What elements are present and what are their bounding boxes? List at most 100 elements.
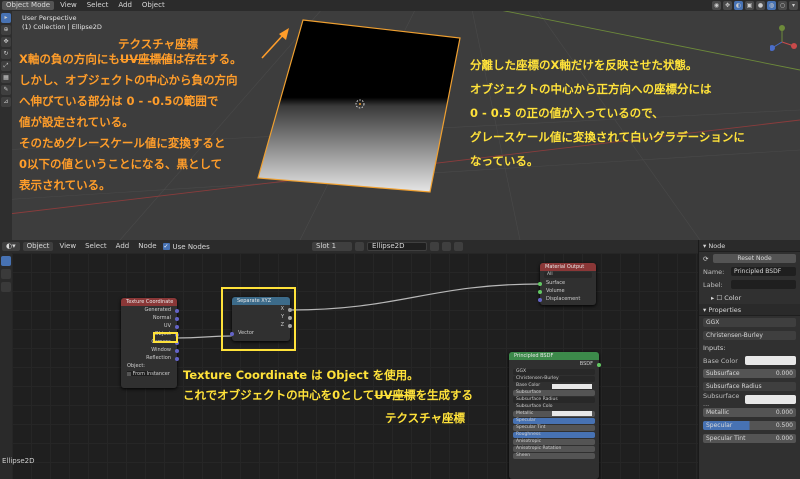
annotation-bottom-line-2: これでオブジェクトの中心を0としてUV座標を生成する <box>183 388 474 402</box>
annotation-bottom-line-3: テクスチャ座標 <box>385 411 466 425</box>
select-tool-icon[interactable]: ▸ <box>1 13 11 23</box>
color-expand-icon[interactable]: ▸ ☐ <box>711 294 722 302</box>
color-row[interactable]: ▸ ☐ Color <box>699 291 800 304</box>
annotation-bottom-block: Texture Coordinate は Object を使用。 これでオブジェ… <box>183 365 473 405</box>
principled-bsdf-node[interactable]: Principled BSDF BSDF GGX Christensen-Bur… <box>509 352 601 479</box>
rotate-tool-icon[interactable]: ↻ <box>1 49 11 59</box>
annotation-right-block: 分離した座標のX軸だけを反映させた状態。 オブジェクトの中心から正方向への座標分… <box>470 53 745 173</box>
annotation-left-line-1: X軸の負の方向にもUV座標値は存在する。 <box>19 52 242 66</box>
output-in-volume[interactable]: Volume <box>538 287 596 295</box>
specular-tint-slider[interactable]: Specular Tint 0.000 <box>703 434 796 443</box>
node-section-header[interactable]: ▾ Node <box>699 240 800 252</box>
bsdf-distribution[interactable]: GGX <box>513 369 595 375</box>
annotation-right-line-1: 分離した座標のX軸だけを反映させた状態。 <box>470 58 698 72</box>
bsdf-subsurface[interactable]: Subsurface <box>513 390 595 396</box>
bsdf-roughness[interactable]: Roughness <box>513 432 595 438</box>
material-output-node[interactable]: Material Output All Surface Volume Displ… <box>538 263 596 305</box>
overlay-icon[interactable]: ◐ <box>734 1 743 10</box>
shading-material-icon[interactable]: ◍ <box>767 1 776 10</box>
cursor-tool-icon[interactable]: ⊕ <box>1 25 11 35</box>
transform-tool-icon[interactable]: ▦ <box>1 73 11 83</box>
base-color-label: Base Color <box>703 356 738 365</box>
scale-tool-icon[interactable]: ⤢ <box>1 61 11 71</box>
bsdf-specular[interactable]: Specular <box>513 418 595 424</box>
shader-node-editor[interactable]: ◐▾ Object View Select Add Node ✓ Use Nod… <box>0 240 698 479</box>
base-color-row: Base Color <box>699 354 800 367</box>
subsurface-radius-dropdown[interactable]: Subsurface Radius <box>703 382 796 391</box>
annotation-right-line-5: なっている。 <box>470 154 539 168</box>
subsurface-color-swatch[interactable] <box>745 395 796 404</box>
specular-tint-row: Specular Tint 0.000 <box>699 432 800 445</box>
shading-options-icon[interactable]: ▾ <box>789 1 798 10</box>
texcoord-out-generated[interactable]: Generated <box>121 306 179 314</box>
inputs-label: Inputs: <box>703 344 726 352</box>
texcoord-object-field[interactable]: Object: <box>121 362 177 376</box>
reset-row: ⟳ Reset Node <box>699 252 800 265</box>
subsurface-method-dropdown[interactable]: Christensen-Burley <box>703 331 796 340</box>
bsdf-base-color[interactable]: Base Color <box>513 383 595 389</box>
annotation-left-line-7: 表示されている。 <box>19 178 111 192</box>
texture-coordinate-node[interactable]: Texture Coordinate Generated Normal UV O… <box>121 298 179 388</box>
annotation-left-line-2: しかし、オブジェクトの中心から負の方向 <box>19 73 238 87</box>
properties-section-header[interactable]: ▾ Properties <box>699 304 800 316</box>
refresh-icon: ⟳ <box>703 254 709 263</box>
bsdf-specular-tint[interactable]: Specular Tint <box>513 425 595 431</box>
output-target-dropdown[interactable]: All <box>544 272 592 278</box>
menu-select[interactable]: Select <box>83 0 113 11</box>
label-label: Label: <box>703 280 723 289</box>
bsdf-anisotropic-rotation[interactable]: Anisotropic Rotation <box>513 446 595 452</box>
bsdf-header: Principled BSDF <box>509 352 599 360</box>
subsurface-row: Subsurface 0.000 <box>699 367 800 380</box>
navigation-gizmo[interactable] <box>770 24 800 64</box>
annotation-left-line-6: 0以下の値ということになる、黒として <box>19 157 223 171</box>
distribution-dropdown[interactable]: GGX <box>703 318 796 327</box>
annotation-left-block: X軸の負の方向にもUV座標値は存在する。 しかし、オブジェクトの中心から負の方向… <box>19 49 242 196</box>
menu-view[interactable]: View <box>56 0 81 11</box>
texcoord-out-window[interactable]: Window <box>121 346 179 354</box>
object-mode-dropdown[interactable]: Object Mode <box>2 1 55 10</box>
texcoord-out-uv[interactable]: UV <box>121 322 179 330</box>
label-row: Label: <box>699 278 800 291</box>
xray-icon[interactable]: ▣ <box>745 1 754 10</box>
subsurface-slider[interactable]: Subsurface 0.000 <box>703 369 796 378</box>
annotation-right-line-4: グレースケール値に変換されて白いグラデーションに <box>470 130 745 144</box>
metallic-slider[interactable]: Metallic 0.000 <box>703 408 796 417</box>
output-in-displacement[interactable]: Displacement <box>538 295 596 303</box>
node-tree-name: Ellipse2D <box>2 457 35 465</box>
link-x-to-surface <box>289 283 541 311</box>
shading-solid-icon[interactable]: ● <box>756 1 765 10</box>
gizmo-toggle-icon[interactable]: ✥ <box>723 1 732 10</box>
measure-tool-icon[interactable]: ⊿ <box>1 97 11 107</box>
reset-node-button[interactable]: Reset Node <box>713 254 796 263</box>
bsdf-subsurface-color[interactable]: Subsurface Colo <box>513 404 595 416</box>
annotation-bottom-line-1: Texture Coordinate は Object を使用。 <box>183 368 419 382</box>
bsdf-anisotropic[interactable]: Anisotropic <box>513 439 595 445</box>
base-color-swatch[interactable] <box>745 356 796 365</box>
bsdf-sheen[interactable]: Sheen <box>513 453 595 459</box>
bsdf-out[interactable]: BSDF <box>509 360 601 368</box>
visibility-icon[interactable]: ◉ <box>712 1 721 10</box>
output-in-surface[interactable]: Surface <box>538 279 596 287</box>
specular-slider[interactable]: Specular 0.500 <box>703 421 796 430</box>
3d-viewport[interactable]: Object Mode View Select Add Object ◉ ✥ ◐… <box>0 0 800 240</box>
node-name-field[interactable]: Principled BSDF <box>731 267 796 276</box>
annotation-left-line-4: 値が設定されている。 <box>19 115 134 129</box>
menu-object[interactable]: Object <box>138 0 169 11</box>
annotate-tool-icon[interactable]: ✎ <box>1 85 11 95</box>
name-label: Name: <box>703 267 725 276</box>
bsdf-subsurface-radius[interactable]: Subsurface Radius <box>513 397 595 403</box>
node-label-field[interactable] <box>731 280 796 289</box>
sss-method-row: Christensen-Burley <box>699 329 800 342</box>
texcoord-out-reflection[interactable]: Reflection <box>121 354 179 362</box>
texcoord-header: Texture Coordinate <box>121 298 177 306</box>
annotation-left-line-3: へ伸びている部分は 0 - -0.5の範囲で <box>19 94 219 108</box>
gizmo-y-icon <box>779 25 785 31</box>
move-tool-icon[interactable]: ✥ <box>1 37 11 47</box>
texcoord-out-normal[interactable]: Normal <box>121 314 179 322</box>
view-perspective-label: User Perspective <box>22 14 77 22</box>
texcoord-from-instancer[interactable]: From Instancer <box>121 370 177 378</box>
menu-add[interactable]: Add <box>114 0 136 11</box>
annotation-left-line-5: そのためグレースケール値に変換すると <box>19 136 226 150</box>
shading-rendered-icon[interactable]: ○ <box>778 1 787 10</box>
bsdf-sss-method[interactable]: Christensen-Burley <box>513 376 595 382</box>
